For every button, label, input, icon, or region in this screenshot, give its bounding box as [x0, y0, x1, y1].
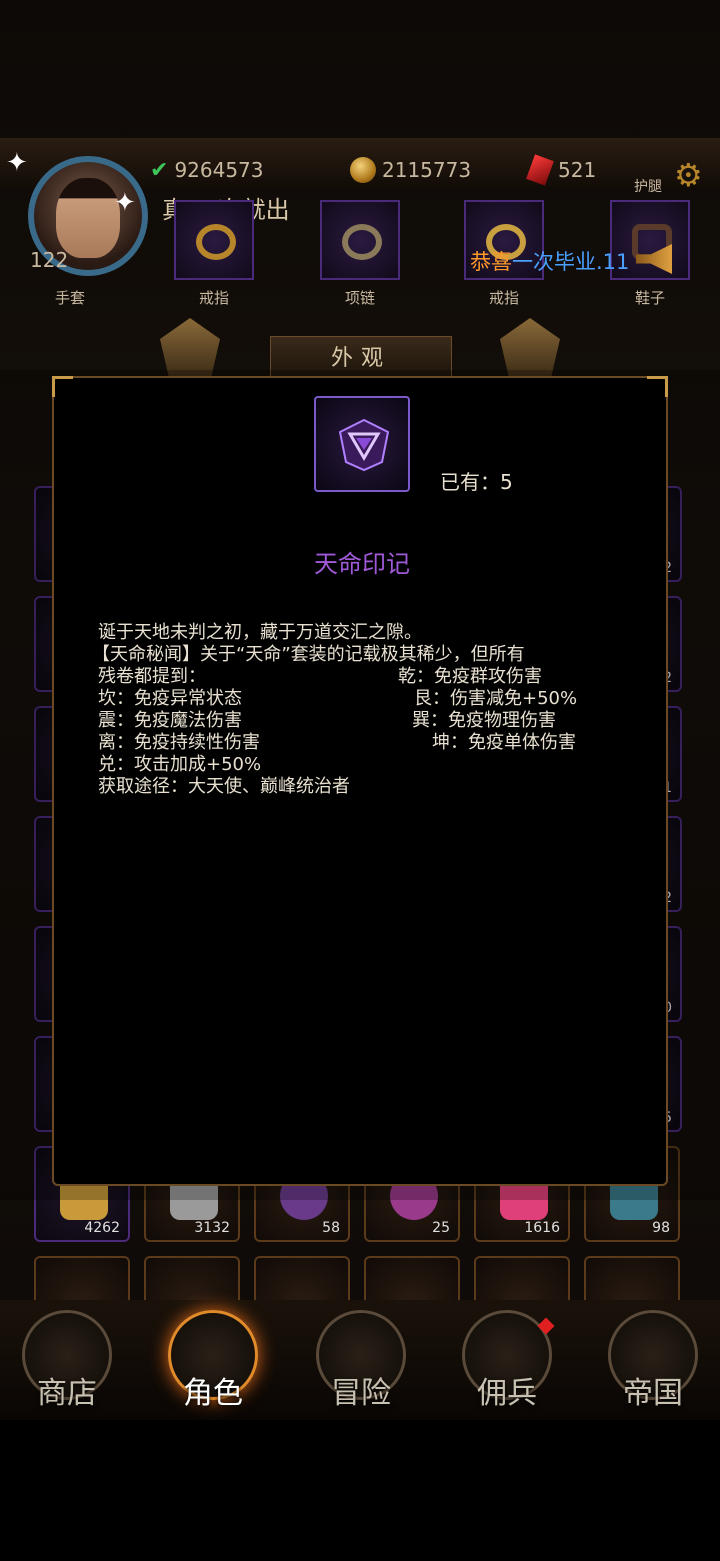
lore-row: 残卷都提到： 乾：免疫群攻伤害: [98, 666, 638, 688]
equip-label-ring: 戒指: [198, 289, 229, 307]
frame-corner: [647, 376, 668, 397]
item-count: 25: [432, 1220, 450, 1236]
coin-display: 2115773: [350, 150, 471, 190]
item-detail-modal: 已有：5 天命印记 诞于天地未判之初，藏于万道交汇之隙。 【天命秘闻】关于“天命…: [52, 376, 668, 1186]
item-count: 98: [652, 1220, 670, 1236]
nav-shop[interactable]: 商店: [12, 1310, 122, 1420]
item-icon-frame: [314, 396, 410, 492]
equip-label-legguards: 护腿: [634, 179, 662, 195]
nav-character[interactable]: 角色: [158, 1310, 268, 1420]
effect-zhen: 震：免疫魔法伤害: [98, 710, 242, 731]
ring-icon: [196, 224, 236, 260]
frame-corner: [52, 376, 73, 397]
effect-kun: 坤：免疫单体伤害: [432, 732, 576, 753]
nav-label: 佣兵: [477, 1376, 537, 1411]
item-count: 3132: [194, 1220, 230, 1236]
effect-gen: 艮：伤害减免+50%: [414, 688, 578, 709]
lore-row: 坎：免疫异常状态 艮：伤害减免+50%: [98, 688, 638, 710]
nav-label: 帝国: [623, 1376, 683, 1411]
equip-label-gloves: 手套: [54, 289, 85, 307]
effect-li: 离：免疫持续性伤害: [98, 732, 260, 753]
item-count: 4262: [84, 1220, 120, 1236]
necklace-icon: [342, 224, 382, 260]
effect-kan: 坎：免疫异常状态: [98, 688, 242, 709]
nav-label: 商店: [37, 1376, 97, 1411]
nav-empire[interactable]: 帝国: [598, 1310, 708, 1420]
gem-display: 521: [526, 150, 597, 190]
nav-mercenary[interactable]: 佣兵: [452, 1310, 562, 1420]
gold-display: ✔ 9264573: [150, 150, 264, 190]
settings-gear-icon[interactable]: ⚙: [674, 156, 703, 194]
equip-slot-necklace[interactable]: [320, 200, 400, 280]
item-count: 58: [322, 1220, 340, 1236]
equip-slot-ring-1[interactable]: [174, 200, 254, 280]
item-name: 天命印记: [314, 550, 410, 578]
gem-value: 521: [558, 158, 597, 182]
equip-label-shoes: 鞋子: [634, 289, 665, 307]
lore-row: 离：免疫持续性伤害 坤：免疫单体伤害: [98, 732, 638, 754]
gem-icon: [526, 154, 554, 186]
destiny-sigil-icon: [338, 418, 390, 472]
effect-xun: 巽：免疫物理伤害: [412, 710, 556, 731]
lore-line: 【天命秘闻】关于“天命”套装的记载极其稀少，但所有: [92, 644, 525, 665]
coin-value: 2115773: [382, 158, 472, 182]
avatar-portrait: [56, 178, 120, 258]
effect-qian: 乾：免疫群攻伤害: [398, 666, 542, 687]
sparkle-icon: ✦: [6, 148, 28, 178]
announcement-marquee: 恭喜一次毕业.11: [470, 246, 629, 276]
announcement-prefix: 恭喜: [470, 250, 512, 274]
item-description: 诞于天地未判之初，藏于万道交汇之隙。 【天命秘闻】关于“天命”套装的记载极其稀少…: [92, 622, 638, 798]
lore-line: 残卷都提到：: [98, 666, 206, 687]
nav-label: 冒险: [331, 1376, 391, 1411]
lore-row: 震：免疫魔法伤害 巽：免疫物理伤害: [98, 710, 638, 732]
item-count: 1616: [524, 1220, 560, 1236]
gold-value: 9264573: [174, 158, 264, 182]
player-level: 122: [30, 248, 69, 272]
lore-line: 诞于天地未判之初，藏于万道交汇之隙。: [98, 622, 422, 643]
item-source: 获取途径：大天使、巅峰统治者: [98, 776, 350, 797]
nav-label: 角色: [183, 1376, 243, 1411]
effect-dui: 兑：攻击加成+50%: [98, 754, 262, 775]
owned-count: 已有：5: [440, 470, 513, 494]
announcement-player: 一次毕业.11: [512, 250, 630, 274]
equip-label-necklace: 项链: [344, 289, 375, 307]
sparkle-icon: ✦: [114, 188, 136, 218]
player-avatar[interactable]: ✦ ✦ 122: [6, 148, 158, 278]
nav-adventure[interactable]: 冒险: [306, 1310, 416, 1420]
equip-label-ring: 戒指: [488, 289, 519, 307]
coin-icon: [350, 157, 376, 183]
